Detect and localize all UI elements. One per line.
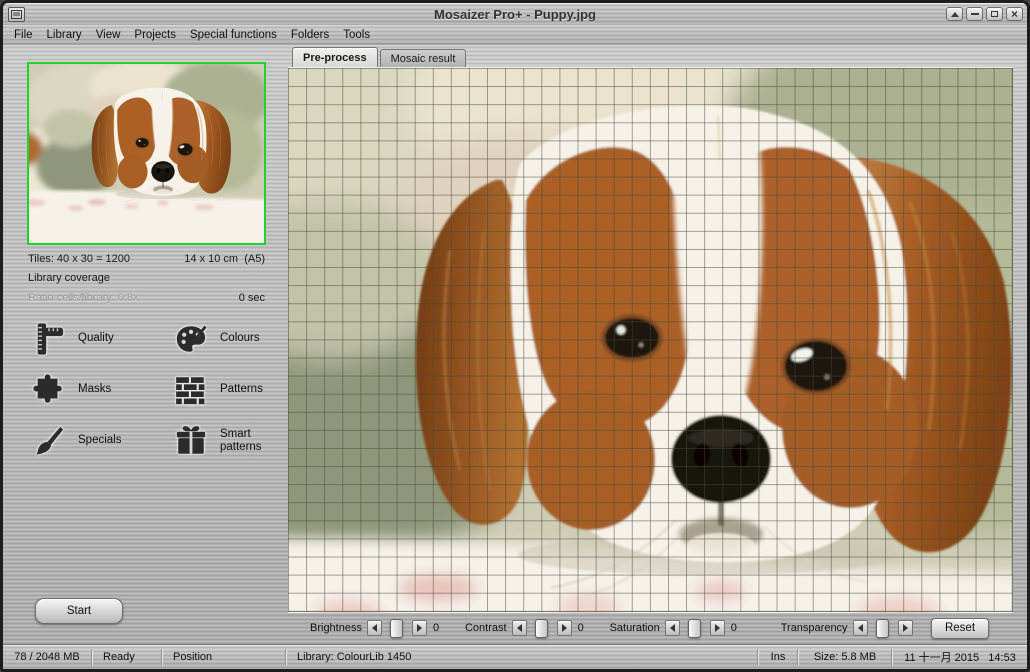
- title-bar: Mosaizer Pro+ - Puppy.jpg ×: [3, 3, 1027, 25]
- tile-grid-overlay: [288, 68, 1013, 612]
- left-arrow-icon: [517, 624, 522, 632]
- close-button[interactable]: ×: [1006, 7, 1023, 21]
- minimize-icon: [971, 13, 979, 15]
- saturation-thumb[interactable]: [688, 619, 701, 638]
- transparency-slider[interactable]: [868, 618, 898, 638]
- contrast-increase-button[interactable]: [557, 620, 572, 636]
- gift-icon: [174, 424, 208, 458]
- saturation-decrease-button[interactable]: [665, 620, 680, 636]
- adjustment-bar: Brightness 0 Contrast 0 Saturation 0 Tra…: [288, 612, 1027, 644]
- specials-label[interactable]: Specials: [78, 434, 162, 447]
- app-icon[interactable]: [8, 7, 25, 22]
- contrast-label: Contrast: [465, 622, 507, 634]
- left-arrow-icon: [670, 624, 675, 632]
- window-title: Mosaizer Pro+ - Puppy.jpg: [3, 7, 1027, 22]
- transparency-increase-button[interactable]: [898, 620, 913, 636]
- position-status: Position: [163, 651, 285, 663]
- quality-label[interactable]: Quality: [78, 332, 162, 345]
- maximize-icon: [991, 11, 998, 17]
- quality-button[interactable]: [30, 320, 68, 358]
- brightness-increase-button[interactable]: [412, 620, 427, 636]
- masks-button[interactable]: [30, 371, 68, 409]
- menu-projects[interactable]: Projects: [127, 29, 183, 41]
- contrast-thumb[interactable]: [535, 619, 548, 638]
- smart-patterns-button[interactable]: [172, 422, 210, 460]
- close-icon: ×: [1011, 9, 1018, 19]
- minimize-button[interactable]: [966, 7, 983, 21]
- window-controls: ×: [946, 7, 1023, 21]
- saturation-increase-button[interactable]: [710, 620, 725, 636]
- brightness-label: Brightness: [310, 622, 362, 634]
- puzzle-icon: [32, 373, 66, 407]
- tab-pre-process[interactable]: Pre-process: [292, 47, 378, 67]
- app-window: Mosaizer Pro+ - Puppy.jpg × File Library…: [0, 0, 1030, 672]
- file-size-status: Size: 5.8 MB: [799, 651, 891, 663]
- ins-status: Ins: [759, 651, 797, 663]
- reset-button[interactable]: Reset: [931, 618, 989, 639]
- start-button[interactable]: Start: [35, 598, 123, 624]
- masks-label[interactable]: Masks: [78, 383, 162, 396]
- right-arrow-icon: [562, 624, 567, 632]
- saturation-value: 0: [731, 622, 741, 634]
- menu-view[interactable]: View: [89, 29, 128, 41]
- palette-icon: [174, 322, 208, 356]
- paintbrush-icon: [32, 424, 66, 458]
- memory-status: 78 / 2048 MB: [3, 651, 91, 663]
- ready-status: Ready: [93, 651, 161, 663]
- saturation-label: Saturation: [610, 622, 660, 634]
- smart-patterns-label[interactable]: Smart patterns: [220, 428, 282, 454]
- ruler-icon: [32, 322, 66, 356]
- source-thumbnail: [27, 62, 266, 245]
- bricks-icon: [174, 373, 208, 407]
- specials-button[interactable]: [30, 422, 68, 460]
- tool-buttons-grid: Quality Colours Masks: [30, 320, 285, 460]
- rollup-icon: [951, 12, 959, 17]
- menu-special-functions[interactable]: Special functions: [183, 29, 284, 41]
- colours-label[interactable]: Colours: [220, 332, 282, 345]
- tab-strip: Pre-process Mosaic result: [288, 45, 1027, 67]
- patterns-button[interactable]: [172, 371, 210, 409]
- status-bar: 78 / 2048 MB Ready Position Library: Col…: [3, 644, 1027, 669]
- brightness-value: 0: [433, 622, 443, 634]
- menu-tools[interactable]: Tools: [336, 29, 377, 41]
- left-panel: Tiles: 40 x 30 = 1200 14 x 10 cm (A5) Li…: [3, 45, 285, 644]
- ratio-info: Ratio cells/library: 0.8x: [28, 292, 139, 304]
- right-arrow-icon: [903, 624, 908, 632]
- transparency-thumb[interactable]: [876, 619, 889, 638]
- transparency-decrease-button[interactable]: [853, 620, 868, 636]
- contrast-slider[interactable]: [527, 618, 557, 638]
- datetime-status: 11 十一月 2015 14:53: [893, 649, 1027, 665]
- left-arrow-icon: [858, 624, 863, 632]
- right-arrow-icon: [715, 624, 720, 632]
- time-info: 0 sec: [239, 292, 265, 304]
- brightness-thumb[interactable]: [390, 619, 403, 638]
- contrast-decrease-button[interactable]: [512, 620, 527, 636]
- left-arrow-icon: [372, 624, 377, 632]
- transparency-label: Transparency: [781, 622, 848, 634]
- saturation-slider[interactable]: [680, 618, 710, 638]
- right-arrow-icon: [417, 624, 422, 632]
- content-area: Tiles: 40 x 30 = 1200 14 x 10 cm (A5) Li…: [3, 45, 1027, 644]
- contrast-value: 0: [578, 622, 588, 634]
- menu-library[interactable]: Library: [40, 29, 89, 41]
- menu-folders[interactable]: Folders: [284, 29, 336, 41]
- preview-canvas[interactable]: [288, 67, 1013, 612]
- brightness-decrease-button[interactable]: [367, 620, 382, 636]
- rollup-button[interactable]: [946, 7, 963, 21]
- print-size-info: 14 x 10 cm (A5): [184, 253, 265, 265]
- tab-mosaic-result[interactable]: Mosaic result: [380, 49, 467, 67]
- library-coverage-label: Library coverage: [28, 272, 265, 284]
- tiles-info: Tiles: 40 x 30 = 1200: [28, 253, 130, 265]
- library-status: Library: ColourLib 1450: [287, 651, 757, 663]
- colours-button[interactable]: [172, 320, 210, 358]
- maximize-button[interactable]: [986, 7, 1003, 21]
- menu-bar: File Library View Projects Special funct…: [3, 25, 1027, 45]
- brightness-slider[interactable]: [382, 618, 412, 638]
- menu-file[interactable]: File: [7, 29, 40, 41]
- main-panel: Pre-process Mosaic result Brightness 0 C…: [285, 45, 1027, 644]
- patterns-label[interactable]: Patterns: [220, 383, 282, 396]
